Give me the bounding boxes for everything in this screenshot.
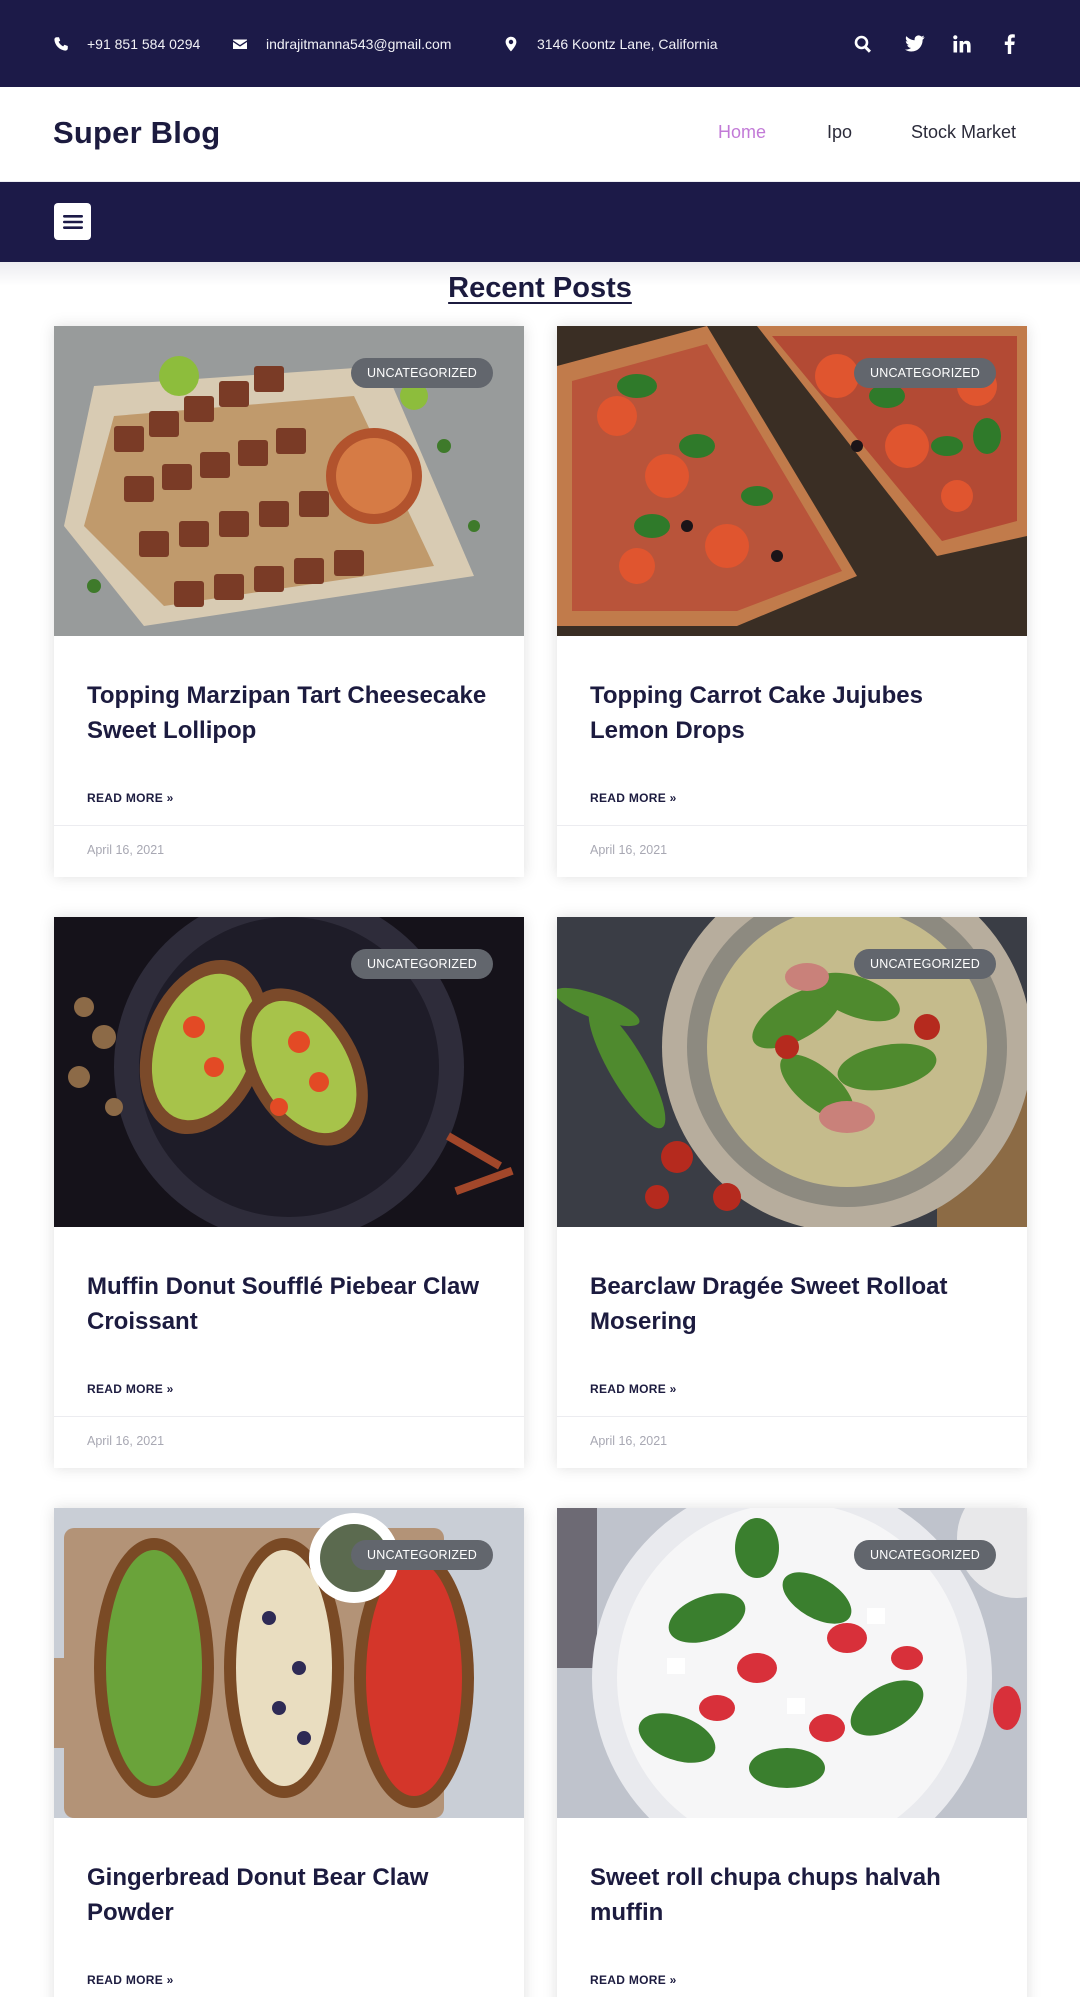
post-thumbnail[interactable]: UNCATEGORIZED bbox=[557, 1508, 1027, 1818]
menu-toggle-button[interactable] bbox=[54, 203, 91, 240]
category-badge[interactable]: UNCATEGORIZED bbox=[350, 1540, 493, 1570]
linkedin-link[interactable] bbox=[948, 0, 976, 87]
section-heading-text: Recent Posts bbox=[448, 272, 632, 304]
phone-icon bbox=[54, 36, 68, 51]
category-badge[interactable]: UNCATEGORIZED bbox=[350, 358, 493, 388]
twitter-icon bbox=[905, 35, 925, 52]
section-heading: Recent Posts bbox=[0, 272, 1080, 305]
facebook-icon bbox=[1004, 33, 1015, 54]
hamburger-icon bbox=[62, 214, 83, 229]
post-title[interactable]: Topping Carrot Cake Jujubes Lemon Drops bbox=[590, 678, 1000, 748]
post-card: UNCATEGORIZED Sweet roll chupa chups hal… bbox=[557, 1508, 1027, 1997]
phone-number: +91 851 584 0294 bbox=[87, 35, 201, 52]
top-contact-bar: +91 851 584 0294 indrajitmanna543@gmail.… bbox=[0, 0, 1080, 87]
map-marker-icon bbox=[505, 36, 517, 51]
post-thumbnail[interactable]: UNCATEGORIZED bbox=[54, 326, 524, 636]
post-thumbnail[interactable]: UNCATEGORIZED bbox=[557, 326, 1027, 636]
post-card: UNCATEGORIZED Muffin Donut Soufflé Piebe… bbox=[54, 917, 524, 1468]
nav-home[interactable]: Home bbox=[718, 122, 766, 143]
address-text: 3146 Koontz Lane, California bbox=[537, 35, 718, 52]
category-badge[interactable]: UNCATEGORIZED bbox=[853, 1540, 996, 1570]
search-icon bbox=[854, 35, 872, 53]
address-contact[interactable]: 3146 Koontz Lane, California bbox=[503, 0, 718, 87]
read-more-link[interactable]: READ MORE » bbox=[87, 1382, 174, 1396]
post-title[interactable]: Muffin Donut Soufflé Piebear Claw Croiss… bbox=[87, 1269, 497, 1339]
post-date: April 16, 2021 bbox=[87, 1434, 165, 1448]
read-more-link[interactable]: READ MORE » bbox=[87, 1973, 174, 1987]
post-title[interactable]: Sweet roll chupa chups halvah muffin bbox=[590, 1860, 1000, 1930]
read-more-link[interactable]: READ MORE » bbox=[87, 791, 174, 805]
category-badge[interactable]: UNCATEGORIZED bbox=[853, 949, 996, 979]
site-header: Super Blog Home Ipo Stock Market bbox=[0, 87, 1080, 182]
search-button[interactable] bbox=[849, 0, 877, 87]
post-title[interactable]: Bearclaw Dragée Sweet Rolloat Mosering bbox=[590, 1269, 1000, 1339]
twitter-link[interactable] bbox=[901, 0, 929, 87]
read-more-link[interactable]: READ MORE » bbox=[590, 1382, 677, 1396]
post-card: UNCATEGORIZED Bearclaw Dragée Sweet Roll… bbox=[557, 917, 1027, 1468]
post-meta: April 16, 2021 bbox=[54, 825, 524, 877]
post-date: April 16, 2021 bbox=[87, 843, 165, 857]
post-card: UNCATEGORIZED Topping Marzipan Tart Chee… bbox=[54, 326, 524, 877]
nav-ipo[interactable]: Ipo bbox=[827, 122, 852, 143]
phone-contact[interactable]: +91 851 584 0294 bbox=[53, 0, 200, 87]
post-meta: April 16, 2021 bbox=[557, 1416, 1027, 1468]
read-more-link[interactable]: READ MORE » bbox=[590, 1973, 677, 1987]
post-meta: April 16, 2021 bbox=[54, 1416, 524, 1468]
email-address: indrajitmanna543@gmail.com bbox=[266, 35, 452, 52]
post-thumbnail[interactable]: UNCATEGORIZED bbox=[54, 1508, 524, 1818]
nav-stock-market[interactable]: Stock Market bbox=[911, 122, 1016, 143]
email-contact[interactable]: indrajitmanna543@gmail.com bbox=[232, 0, 451, 87]
post-title[interactable]: Topping Marzipan Tart Cheesecake Sweet L… bbox=[87, 678, 497, 748]
post-card: UNCATEGORIZED Topping Carrot Cake Jujube… bbox=[557, 326, 1027, 877]
menu-bar bbox=[0, 182, 1080, 262]
read-more-link[interactable]: READ MORE » bbox=[590, 791, 677, 805]
post-title[interactable]: Gingerbread Donut Bear Claw Powder bbox=[87, 1860, 497, 1930]
category-badge[interactable]: UNCATEGORIZED bbox=[853, 358, 996, 388]
category-badge[interactable]: UNCATEGORIZED bbox=[350, 949, 493, 979]
post-meta: April 16, 2021 bbox=[557, 825, 1027, 877]
facebook-link[interactable] bbox=[995, 0, 1023, 87]
post-date: April 16, 2021 bbox=[590, 843, 668, 857]
envelope-icon bbox=[233, 39, 247, 49]
post-thumbnail[interactable]: UNCATEGORIZED bbox=[54, 917, 524, 1227]
post-card: UNCATEGORIZED Gingerbread Donut Bear Cla… bbox=[54, 1508, 524, 1997]
linkedin-icon bbox=[953, 34, 971, 52]
post-date: April 16, 2021 bbox=[590, 1434, 668, 1448]
post-thumbnail[interactable]: UNCATEGORIZED bbox=[557, 917, 1027, 1227]
site-logo[interactable]: Super Blog bbox=[53, 115, 220, 151]
